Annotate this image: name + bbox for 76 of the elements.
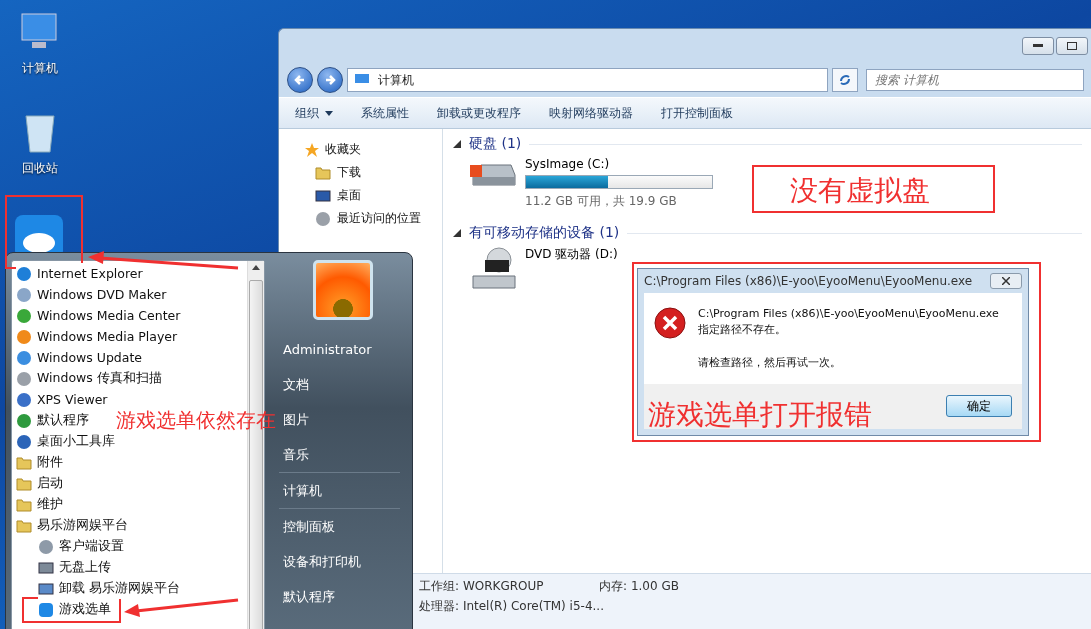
program-item[interactable]: 默认程序 xyxy=(16,410,89,431)
program-item[interactable]: 客户端设置 xyxy=(38,536,124,557)
caret-icon xyxy=(325,110,333,116)
scroll-up-icon[interactable] xyxy=(252,265,260,270)
dialog-title: C:\Program Files (x86)\E-yoo\EyooMenu\EyooMenu.exe xyxy=(644,273,973,288)
program-item[interactable]: 维护 xyxy=(16,494,63,515)
program-item[interactable]: 易乐游网娱平台 xyxy=(16,515,128,536)
folder-icon xyxy=(16,517,32,534)
error-icon xyxy=(654,306,686,339)
expanded-triangle-icon[interactable] xyxy=(453,140,461,148)
dialog-message: 指定路径不存在。 xyxy=(698,321,787,337)
drive-name[interactable]: SysImage (C:) xyxy=(525,157,713,171)
group-header[interactable]: 硬盘 (1) xyxy=(469,135,522,153)
close-icon xyxy=(1002,276,1010,285)
ok-button[interactable]: 确定 xyxy=(946,395,1012,418)
annotation-text: 没有虚拟盘 xyxy=(790,173,930,209)
minimize-button[interactable] xyxy=(1022,37,1054,55)
program-item[interactable]: 桌面小工具库 xyxy=(16,431,115,452)
close-button[interactable] xyxy=(990,272,1022,289)
start-menu-link[interactable]: 默认程序 xyxy=(279,579,412,614)
drive-free-space: 11.2 GB 可用，共 19.9 GB xyxy=(525,193,678,210)
monitor-icon xyxy=(38,580,54,597)
desktop-icon-label[interactable]: 计算机 xyxy=(22,60,58,77)
folder-icon xyxy=(315,164,331,181)
start-menu-link[interactable]: 设备和打印机 xyxy=(279,544,412,579)
left-arrow-icon xyxy=(294,74,306,86)
program-item[interactable]: 启动 xyxy=(16,473,63,494)
folder-icon xyxy=(16,454,32,471)
toolbar-button[interactable]: 映射网络驱动器 xyxy=(541,100,641,126)
program-item[interactable]: 附件 xyxy=(16,452,63,473)
expanded-triangle-icon[interactable] xyxy=(453,229,461,237)
toolbar-button[interactable]: 打开控制面板 xyxy=(653,100,741,126)
folder-icon xyxy=(16,496,32,513)
program-item[interactable]: 游戏选单 xyxy=(38,599,111,620)
favorites-header[interactable]: 收藏夹 xyxy=(305,141,442,158)
address-bar[interactable]: 计算机 xyxy=(347,68,828,92)
start-menu-link[interactable]: 音乐 xyxy=(279,437,412,472)
refresh-button[interactable] xyxy=(832,68,858,92)
maximize-icon xyxy=(1067,42,1077,50)
start-menu-link[interactable]: 控制面板 xyxy=(279,509,412,544)
toolbar-button[interactable]: 系统属性 xyxy=(353,100,417,126)
favorite-item[interactable]: 桌面 xyxy=(337,187,361,204)
minimize-icon xyxy=(1033,44,1043,48)
program-item[interactable]: 卸载 易乐游网娱平台 xyxy=(38,578,180,599)
maximize-button[interactable] xyxy=(1056,37,1088,55)
desktop-icon-label[interactable]: 回收站 xyxy=(22,160,58,177)
dialog-message: 请检查路径，然后再试一次。 xyxy=(698,354,842,370)
drive-name[interactable]: DVD 驱动器 (D:) xyxy=(525,246,618,263)
desktop-icon xyxy=(315,187,331,204)
annotation-text: 游戏选单打开报错 xyxy=(648,397,872,433)
forward-button[interactable] xyxy=(317,67,343,93)
right-arrow-icon xyxy=(324,74,336,86)
favorite-item[interactable]: 下载 xyxy=(337,164,361,181)
start-menu-link[interactable]: 计算机 xyxy=(279,473,412,508)
search-field[interactable]: 搜索 计算机 xyxy=(866,69,1084,91)
user-picture[interactable] xyxy=(313,260,373,320)
refresh-icon xyxy=(838,73,852,87)
breadcrumb-item[interactable]: 计算机 xyxy=(378,71,414,89)
back-button[interactable] xyxy=(287,67,313,93)
group-header[interactable]: 有可移动存储的设备 (1) xyxy=(469,224,620,242)
window-icon xyxy=(38,559,54,576)
start-menu-link[interactable]: 文档 xyxy=(279,367,412,402)
star-icon xyxy=(305,142,319,157)
start-menu-link[interactable]: 图片 xyxy=(279,402,412,437)
detail-text: 处理器: Intel(R) Core(TM) i5-4... xyxy=(419,598,605,615)
toolbar-button[interactable]: 卸载或更改程序 xyxy=(429,100,529,126)
favorite-item[interactable]: 最近访问的位置 xyxy=(337,210,421,227)
toolbar-button[interactable]: 组织 xyxy=(287,100,341,126)
favorites-label[interactable]: 收藏夹 xyxy=(325,141,361,158)
program-item[interactable]: Internet Explorer xyxy=(16,263,143,284)
program-item[interactable]: Windows 传真和扫描 xyxy=(16,368,162,389)
dialog-message: C:\Program Files (x86)\E-yoo\EyooMenu\EyooMenu.exe xyxy=(698,306,999,320)
user-name[interactable]: Administrator xyxy=(279,332,412,367)
folder-icon xyxy=(16,475,32,492)
detail-text: 内存: 1.00 GB xyxy=(599,578,680,595)
detail-text: 工作组: WORKGROUP xyxy=(419,578,545,595)
